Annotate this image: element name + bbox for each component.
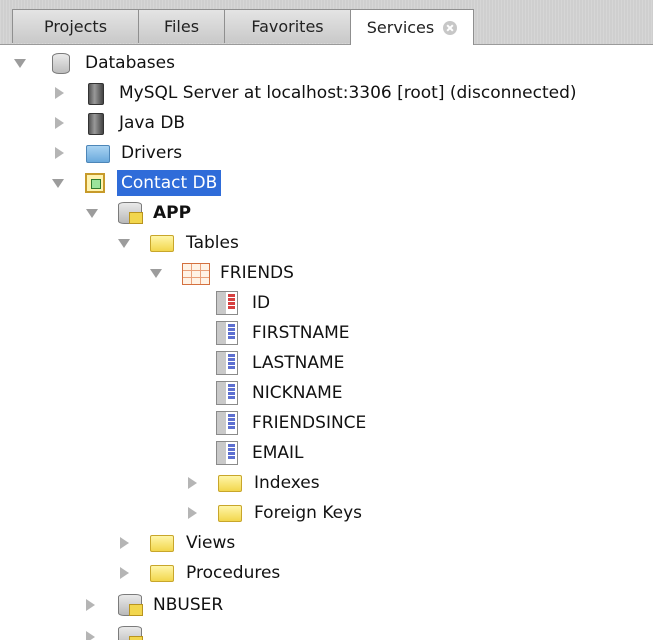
close-tab-icon[interactable] <box>443 20 458 35</box>
tree-node-foreign-keys[interactable]: Foreign Keys <box>0 498 653 528</box>
node-label: Tables <box>186 233 239 253</box>
tree-node-column-nickname[interactable]: NICKNAME <box>0 378 653 408</box>
node-label: Procedures <box>186 563 281 583</box>
expand-arrow-icon[interactable] <box>86 209 98 218</box>
tree-node-column-lastname[interactable]: LASTNAME <box>0 348 653 378</box>
tree-node-databases[interactable]: Databases <box>0 48 653 78</box>
collapse-arrow-icon[interactable] <box>120 537 129 549</box>
node-label: Indexes <box>254 473 320 493</box>
collapse-arrow-icon[interactable] <box>188 477 197 489</box>
column-icon <box>216 321 238 345</box>
tab-label: Favorites <box>251 17 324 36</box>
tab-label: Files <box>163 17 200 36</box>
node-label: Databases <box>85 53 175 73</box>
tree-node-views[interactable]: Views <box>0 528 653 558</box>
tree-node-contact-db[interactable]: Contact DB <box>0 168 653 198</box>
column-icon <box>216 381 238 405</box>
node-label: NBUSER <box>153 595 224 615</box>
tree-node-column-firstname[interactable]: FIRSTNAME <box>0 318 653 348</box>
node-label: EMAIL <box>252 443 304 463</box>
node-label: Foreign Keys <box>254 503 363 523</box>
tree-node-column-id[interactable]: ID <box>0 288 653 318</box>
tree-node-procedures[interactable]: Procedures <box>0 558 653 588</box>
tab-label: Projects <box>43 17 108 36</box>
node-label: LASTNAME <box>252 353 345 373</box>
tab-services[interactable]: Services <box>350 9 474 45</box>
server-icon <box>88 113 104 135</box>
node-label: ID <box>252 293 271 313</box>
schema-icon <box>118 626 143 640</box>
tab-files[interactable]: Files <box>138 9 225 43</box>
tree-node-java-db[interactable]: Java DB <box>0 108 653 138</box>
node-label: Contact DB <box>117 170 222 196</box>
node-label: MySQL Server at localhost:3306 [root] (d… <box>119 83 577 103</box>
node-label: Drivers <box>121 143 183 163</box>
node-label: APP <box>153 203 192 223</box>
expand-arrow-icon[interactable] <box>14 59 26 68</box>
node-label: FRIENDS <box>220 263 294 283</box>
tree-node-tables[interactable]: Tables <box>0 228 653 258</box>
tree-node-app-schema[interactable]: APP <box>0 198 653 228</box>
tree-node-friends-table[interactable]: FRIENDS <box>0 258 653 288</box>
expand-arrow-icon[interactable] <box>52 179 64 188</box>
tab-bar: Projects Files Favorites Services <box>0 0 653 45</box>
tree-node-column-email[interactable]: EMAIL <box>0 438 653 468</box>
primary-key-column-icon <box>216 291 238 315</box>
server-icon <box>88 83 104 105</box>
node-label: FRIENDSINCE <box>252 413 367 433</box>
schema-icon <box>118 594 143 616</box>
expand-arrow-icon[interactable] <box>150 269 162 278</box>
folder-icon <box>86 145 110 163</box>
collapse-arrow-icon[interactable] <box>120 567 129 579</box>
node-label: NICKNAME <box>252 383 343 403</box>
folder-icon <box>218 505 242 522</box>
tree-node-drivers[interactable]: Drivers <box>0 138 653 168</box>
folder-icon <box>218 475 242 492</box>
tab-favorites[interactable]: Favorites <box>224 9 351 43</box>
tree-node-partial[interactable] <box>0 622 653 640</box>
tree-node-nbuser-schema[interactable]: NBUSER <box>0 590 653 620</box>
collapse-arrow-icon[interactable] <box>188 507 197 519</box>
tree-node-column-friendsince[interactable]: FRIENDSINCE <box>0 408 653 438</box>
folder-icon <box>150 565 174 582</box>
folder-icon <box>150 235 174 252</box>
tree-node-mysql-server[interactable]: MySQL Server at localhost:3306 [root] (d… <box>0 78 653 108</box>
node-label: Views <box>186 533 236 553</box>
node-label: FIRSTNAME <box>252 323 350 343</box>
node-label: Java DB <box>119 113 186 133</box>
database-icon <box>52 53 70 74</box>
collapse-arrow-icon[interactable] <box>55 147 64 159</box>
collapse-arrow-icon[interactable] <box>55 117 64 129</box>
folder-icon <box>150 535 174 552</box>
tab-projects[interactable]: Projects <box>12 9 139 43</box>
tab-label: Services <box>366 18 435 37</box>
connection-icon <box>85 173 105 193</box>
collapse-arrow-icon[interactable] <box>55 87 64 99</box>
column-icon <box>216 441 238 465</box>
collapse-arrow-icon[interactable] <box>86 599 95 611</box>
table-icon <box>182 263 210 285</box>
collapse-arrow-icon[interactable] <box>86 631 95 640</box>
tree-node-indexes[interactable]: Indexes <box>0 468 653 498</box>
schema-icon <box>118 202 143 224</box>
column-icon <box>216 411 238 435</box>
expand-arrow-icon[interactable] <box>118 239 130 248</box>
column-icon <box>216 351 238 375</box>
